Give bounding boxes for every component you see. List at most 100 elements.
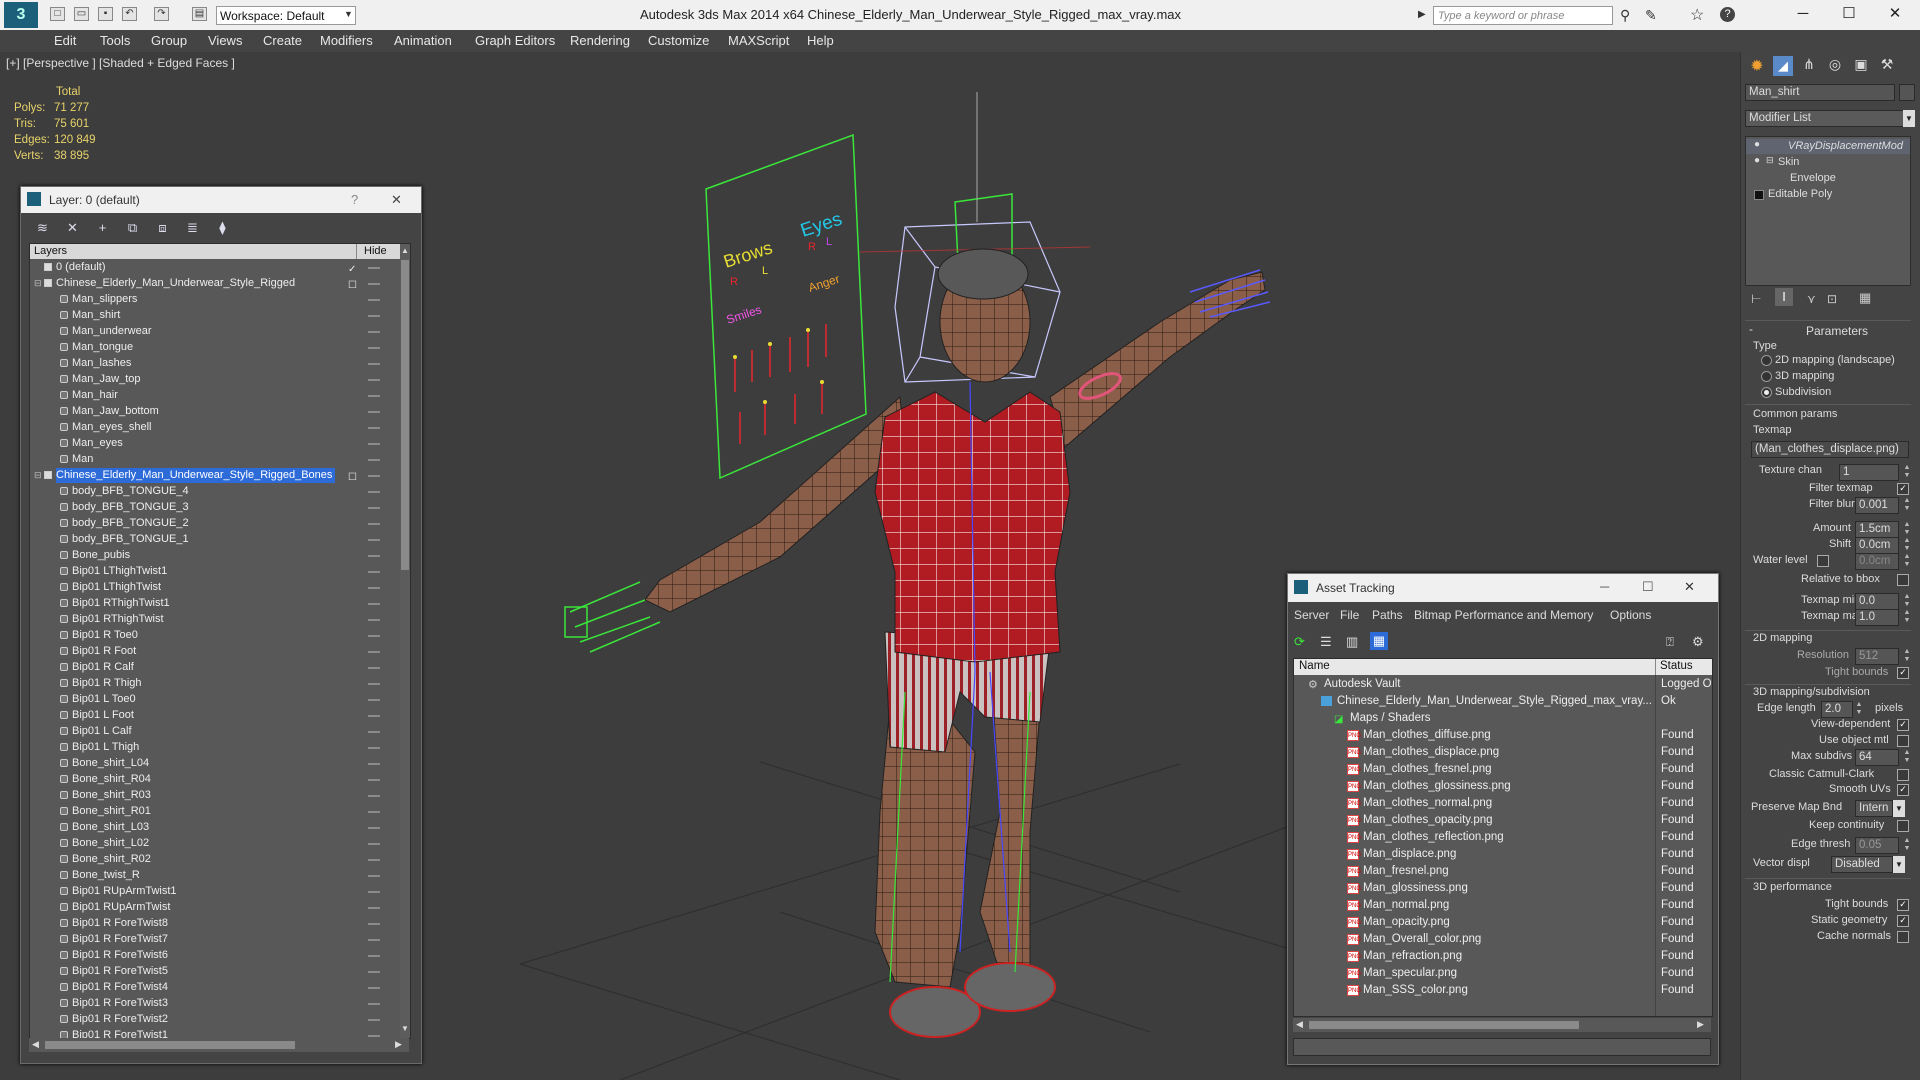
layer-object-row[interactable]: body_BFB_TONGUE_4 — [30, 484, 398, 500]
edge-length-field[interactable]: 2.0 — [1821, 701, 1853, 718]
scroll-left-arrow-icon[interactable]: ◀ — [1296, 1019, 1303, 1030]
utilities-tab-icon[interactable]: ⚒ — [1877, 56, 1897, 76]
redo-icon[interactable]: ↷ — [154, 7, 169, 21]
asset-row[interactable]: ◪ Maps / Shaders — [1294, 710, 1712, 727]
maximize-window-icon[interactable]: ☐ — [1642, 579, 1654, 595]
hide-toggle[interactable] — [368, 379, 380, 381]
layer-object-row[interactable]: Bip01 RUpArmTwist1 — [30, 884, 398, 900]
tight-bounds-checkbox[interactable]: ✓ — [1897, 667, 1909, 679]
hide-toggle[interactable] — [368, 491, 380, 493]
asset-row[interactable]: PNG Man_SSS_color.png Found — [1294, 982, 1712, 999]
lightbulb-icon[interactable]: ● — [1754, 155, 1760, 166]
asset-row[interactable]: PNG Man_clothes_diffuse.png Found — [1294, 727, 1712, 744]
resolution-spinner-icon[interactable]: ▲ ▼ — [1903, 648, 1911, 665]
hide-toggle[interactable] — [368, 1003, 380, 1005]
maximize-window-icon[interactable]: ☐ — [1826, 2, 1872, 26]
modifier-stack-item[interactable]: ● ⊟ Skin — [1746, 155, 1910, 170]
relative-bbox-checkbox[interactable] — [1897, 574, 1909, 586]
hide-toggle[interactable] — [368, 907, 380, 909]
menu-edit[interactable]: Edit — [54, 33, 76, 48]
texture-chan-spinner-icon[interactable]: ▲ ▼ — [1903, 464, 1911, 481]
layer-object-row[interactable]: Bip01 R ForeTwist5 — [30, 964, 398, 980]
asset-path-field[interactable] — [1293, 1038, 1711, 1056]
hide-toggle[interactable] — [368, 619, 380, 621]
texmap-min-field[interactable]: 0.0 — [1855, 593, 1899, 610]
layer-object-row[interactable]: Bip01 L Toe0 — [30, 692, 398, 708]
list-view-icon[interactable]: ☰ — [1320, 634, 1336, 650]
layer-object-row[interactable]: Bip01 R Foot — [30, 644, 398, 660]
layer-object-row[interactable]: Bip01 R ForeTwist6 — [30, 948, 398, 964]
new-file-icon[interactable]: □ — [50, 7, 65, 21]
layer-object-row[interactable]: Bone_shirt_L02 — [30, 836, 398, 852]
asset-row[interactable]: PNG Man_opacity.png Found — [1294, 914, 1712, 931]
amount-spinner-icon[interactable]: ▲ ▼ — [1903, 521, 1911, 538]
type-radio-3d[interactable] — [1761, 371, 1772, 382]
hide-toggle[interactable] — [368, 555, 380, 557]
hide-all-icon[interactable]: ≣ — [185, 221, 200, 235]
resolution-field[interactable]: 512 — [1855, 648, 1899, 665]
layer-object-row[interactable]: Bone_shirt_R04 — [30, 772, 398, 788]
binoculars-icon[interactable]: ⚲ — [1620, 7, 1630, 24]
asset-table[interactable]: Name Status ⚙ Autodesk Vault Logged O Chine… — [1293, 658, 1713, 1017]
layer-object-row[interactable]: Man_Jaw_bottom — [30, 404, 398, 420]
asset-menu-options[interactable]: Options — [1610, 608, 1651, 622]
hide-toggle[interactable] — [368, 587, 380, 589]
smooth-uvs-checkbox[interactable]: ✓ — [1897, 784, 1909, 796]
hide-toggle[interactable] — [368, 795, 380, 797]
show-end-result-icon[interactable]: Ⅰ — [1775, 288, 1793, 306]
asset-row[interactable]: PNG Man_fresnel.png Found — [1294, 863, 1712, 880]
modifier-list-arrow-icon[interactable]: ▼ — [1903, 110, 1915, 127]
hierarchy-tab-icon[interactable]: ⋔ — [1799, 56, 1819, 76]
layer-vertical-scrollbar[interactable]: ▲ ▼ — [400, 244, 410, 1038]
asset-menu-bitmap[interactable]: Bitmap Performance and Memory — [1414, 608, 1593, 622]
workspace-dropdown[interactable]: Workspace: Default — [216, 6, 356, 25]
layer-object-row[interactable]: body_BFB_TONGUE_2 — [30, 516, 398, 532]
hide-toggle[interactable] — [368, 747, 380, 749]
edge-thresh-field[interactable]: 0.05 — [1855, 837, 1899, 854]
hide-toggle[interactable] — [368, 651, 380, 653]
menu-create[interactable]: Create — [263, 33, 302, 48]
layer-object-row[interactable]: Man_slippers — [30, 292, 398, 308]
hide-toggle[interactable] — [368, 827, 380, 829]
workspace-dropdown-arrow-icon[interactable]: ▼ — [344, 9, 353, 19]
layer-horizontal-scrollbar[interactable]: ◀ ▶ — [29, 1038, 409, 1052]
app-logo-icon[interactable]: 3 — [4, 2, 38, 28]
menu-help[interactable]: Help — [807, 33, 834, 48]
layer-object-row[interactable]: body_BFB_TONGUE_3 — [30, 500, 398, 516]
layer-object-row[interactable]: Bip01 L Calf — [30, 724, 398, 740]
create-tab-icon[interactable]: ✹ — [1747, 56, 1767, 76]
hide-toggle[interactable] — [368, 683, 380, 685]
asset-row[interactable]: ⚙ Autodesk Vault Logged O — [1294, 676, 1712, 693]
display-tab-icon[interactable]: ▣ — [1851, 56, 1871, 76]
hide-toggle[interactable] — [368, 875, 380, 877]
asset-row[interactable]: PNG Man_Overall_color.png Found — [1294, 931, 1712, 948]
edge-length-spinner-icon[interactable]: ▲ ▼ — [1855, 701, 1863, 718]
vector-displ-arrow-icon[interactable]: ▼ — [1893, 856, 1905, 873]
search-input[interactable]: Type a keyword or phrase — [1433, 6, 1613, 25]
layer-object-row[interactable]: Bip01 R Calf — [30, 660, 398, 676]
asset-horizontal-scrollbar[interactable]: ◀ ▶ — [1293, 1018, 1711, 1032]
hide-toggle[interactable] — [368, 859, 380, 861]
hide-toggle[interactable] — [368, 395, 380, 397]
layer-object-row[interactable]: Bone_shirt_L04 — [30, 756, 398, 772]
layer-object-row[interactable]: Man — [30, 452, 398, 468]
layer-row[interactable]: 0 (default) ✓ — [30, 260, 398, 276]
classic-catmull-checkbox[interactable] — [1897, 769, 1909, 781]
layer-object-row[interactable]: Bip01 R Toe0 — [30, 628, 398, 644]
layer-object-row[interactable]: Man_lashes — [30, 356, 398, 372]
layer-object-row[interactable]: Bip01 RThighTwist — [30, 612, 398, 628]
vector-displ-dropdown[interactable]: Disabled — [1831, 856, 1893, 873]
modifier-stack-subitem[interactable]: Envelope — [1746, 171, 1910, 186]
scroll-up-arrow-icon[interactable]: ▲ — [401, 246, 409, 255]
asset-row[interactable]: PNG Man_normal.png Found — [1294, 897, 1712, 914]
asset-menu-file[interactable]: File — [1340, 608, 1359, 622]
open-file-icon[interactable]: ▭ — [74, 7, 89, 21]
help-icon[interactable]: ? — [1720, 7, 1735, 22]
remove-modifier-icon[interactable]: ⊡ — [1827, 292, 1837, 306]
layer-activate-icon[interactable]: ☐ — [348, 470, 357, 485]
thumbnail-view-icon[interactable]: ▥ — [1346, 634, 1362, 650]
menu-rendering[interactable]: Rendering — [570, 33, 630, 48]
layer-object-row[interactable]: Man_tongue — [30, 340, 398, 356]
use-object-mtl-checkbox[interactable] — [1897, 735, 1909, 747]
max-subdivs-field[interactable]: 64 — [1855, 749, 1899, 766]
